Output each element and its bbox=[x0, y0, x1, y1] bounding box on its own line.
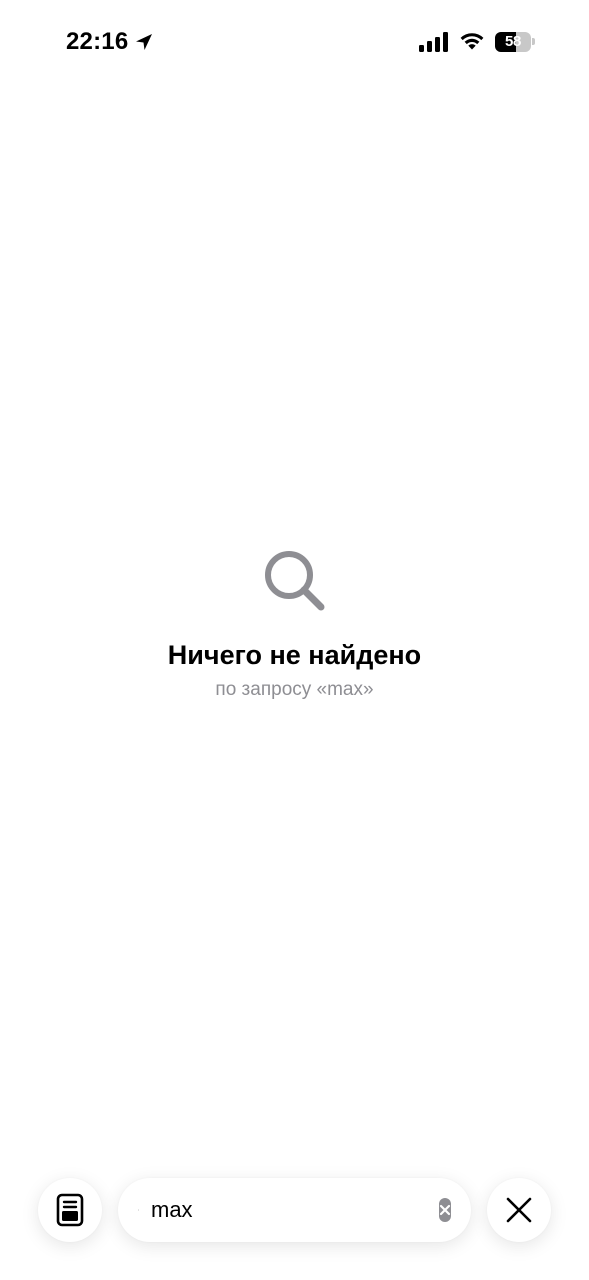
battery-cap bbox=[532, 38, 535, 45]
battery-level: 58 bbox=[504, 33, 522, 50]
status-indicators: 58 bbox=[419, 31, 535, 52]
location-arrow-icon bbox=[136, 34, 153, 50]
close-icon bbox=[506, 1197, 532, 1223]
search-icon bbox=[138, 1209, 139, 1211]
battery-icon: 58 bbox=[495, 31, 535, 52]
cellular-signal-icon bbox=[419, 31, 448, 52]
status-time: 22:16 bbox=[66, 28, 129, 55]
reader-mode-icon bbox=[56, 1193, 84, 1227]
search-input[interactable] bbox=[151, 1195, 439, 1225]
wifi-icon bbox=[460, 33, 484, 50]
screen: 22:16 58 Ничего не найдено по запросу «m… bbox=[0, 0, 589, 1280]
status-time-group: 22:16 bbox=[66, 28, 154, 56]
empty-state-subtitle: по запросу «max» bbox=[215, 679, 374, 700]
search-bar[interactable] bbox=[118, 1178, 471, 1242]
bottom-toolbar bbox=[0, 1178, 589, 1242]
clear-search-button[interactable] bbox=[439, 1198, 451, 1222]
battery-body: 58 bbox=[495, 31, 531, 52]
status-bar: 22:16 58 bbox=[0, 0, 589, 88]
reader-mode-button[interactable] bbox=[38, 1178, 102, 1242]
empty-state-title: Ничего не найдено bbox=[167, 640, 422, 670]
clear-circle-icon bbox=[439, 1204, 451, 1216]
empty-state: Ничего не найдено по запросу «max» bbox=[0, 548, 589, 702]
close-search-button[interactable] bbox=[487, 1178, 551, 1242]
search-icon bbox=[264, 551, 324, 611]
